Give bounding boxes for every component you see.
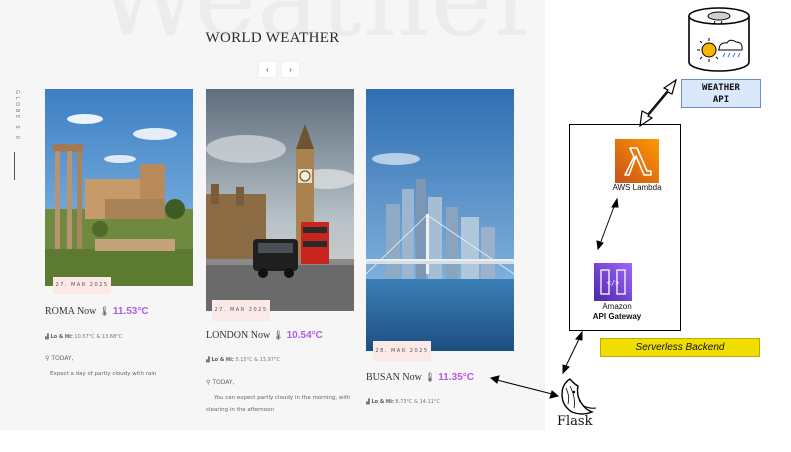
api-gateway-icon: </> xyxy=(594,263,632,301)
serverless-backend-label: Serverless Backend xyxy=(600,338,760,357)
api-gateway-label-line2: API Gateway xyxy=(592,312,642,321)
api-backend-double-arrow xyxy=(639,78,678,128)
flask-logo-icon xyxy=(556,376,598,416)
gateway-flask-arrow xyxy=(562,330,583,375)
svg-text:</>: </> xyxy=(607,279,620,287)
api-gateway-label: Amazon API Gateway xyxy=(572,302,662,322)
flask-label: Flask xyxy=(557,414,593,429)
aws-lambda-icon xyxy=(615,139,659,183)
lambda-label: AWS Lambda xyxy=(612,183,662,192)
api-gateway-label-line1: Amazon xyxy=(602,302,632,311)
app-flask-arrow xyxy=(489,375,560,399)
